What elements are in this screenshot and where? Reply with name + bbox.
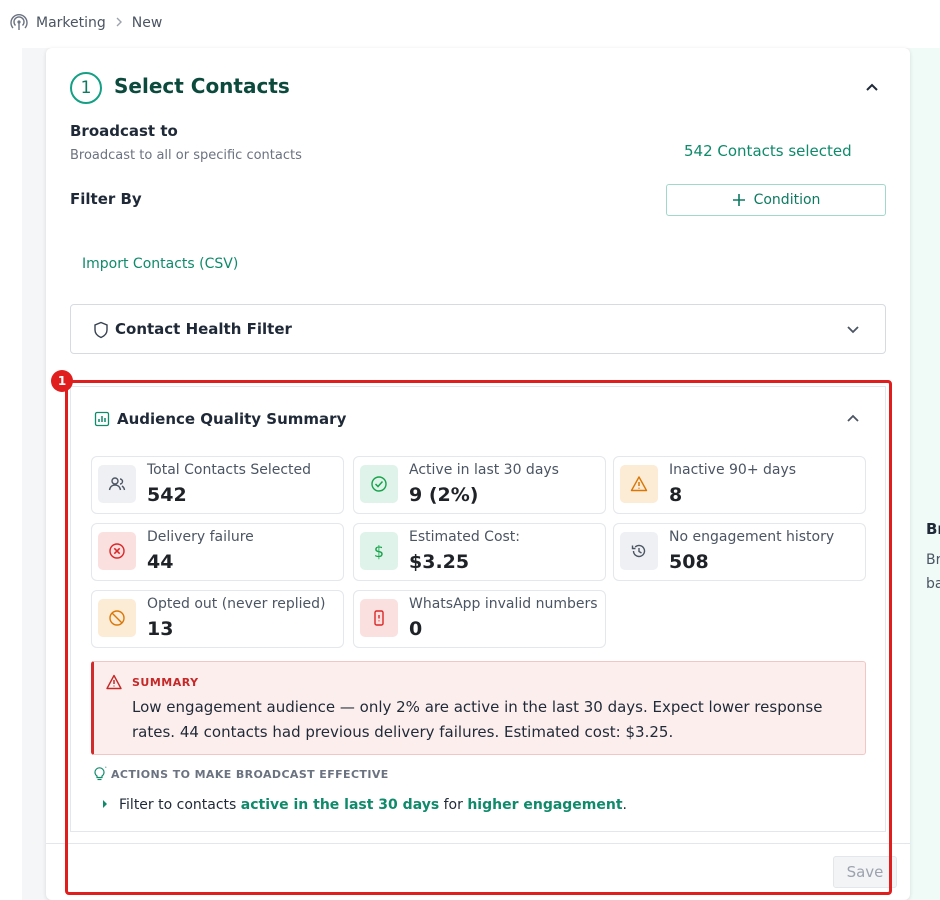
bullet-caret-icon [103, 800, 107, 808]
stat-label: Delivery failure [147, 529, 254, 545]
summary-body: Low engagement audience — only 2% are ac… [132, 698, 823, 741]
stat-card-total-contacts: Total Contacts Selected 542 [91, 456, 344, 514]
action-text-prefix: Filter to contacts [119, 797, 241, 813]
action-highlight-engagement: higher engagement [467, 797, 623, 813]
stat-value: 508 [669, 551, 709, 573]
stat-label: Estimated Cost: [409, 529, 521, 545]
breadcrumb-item-marketing[interactable]: Marketing [36, 15, 106, 31]
audience-quality-title: Audience Quality Summary [117, 410, 347, 428]
breadcrumb-item-new: New [131, 15, 163, 31]
stat-label: Opted out (never replied) [147, 596, 326, 612]
save-button[interactable]: Save [833, 856, 897, 888]
stat-card-opted-out: Opted out (never replied) 13 [91, 590, 344, 648]
broadcast-to-subtitle: Broadcast to all or specific contacts [70, 148, 302, 163]
footer-divider [46, 843, 910, 844]
stat-value: 8 [669, 484, 683, 506]
action-text-middle: for [439, 797, 468, 813]
audience-quality-summary: Audience Quality Summary Total Contacts … [70, 386, 886, 832]
history-icon [620, 532, 658, 570]
chevron-down-icon[interactable] [845, 321, 861, 337]
bar-chart-icon [94, 411, 110, 427]
summary-heading: SUMMARY [132, 676, 199, 689]
preview-text-1: Br [926, 552, 940, 568]
stat-label: WhatsApp invalid numbers [409, 596, 598, 612]
stat-card-no-engagement: No engagement history 508 [613, 523, 866, 581]
contacts-selected-count: 542 Contacts selected [684, 142, 852, 160]
dollar-icon: $ [360, 532, 398, 570]
action-highlight-active: active in the last 30 days [240, 797, 440, 813]
x-circle-icon [98, 532, 136, 570]
breadcrumb: Marketing New [10, 14, 162, 32]
broadcast-to-title: Broadcast to [70, 122, 178, 140]
stat-value: $3.25 [409, 551, 470, 573]
check-circle-icon [360, 465, 398, 503]
preview-title: Br [926, 520, 940, 538]
stat-card-estimated-cost: $ Estimated Cost: $3.25 [353, 523, 606, 581]
add-condition-label: Condition [753, 192, 821, 208]
stat-card-delivery-failure: Delivery failure 44 [91, 523, 344, 581]
stat-label: No engagement history [669, 529, 835, 545]
step-title: Select Contacts [114, 74, 290, 98]
actions-heading: ACTIONS TO MAKE BROADCAST EFFECTIVE [111, 768, 389, 781]
stat-value: 44 [147, 551, 174, 573]
ban-icon [98, 599, 136, 637]
step-number: 1 [70, 72, 102, 104]
stat-card-inactive-90-days: Inactive 90+ days 8 [613, 456, 866, 514]
chevron-up-icon[interactable] [862, 78, 882, 98]
contact-health-filter-accordion[interactable]: Contact Health Filter [70, 304, 886, 354]
phone-icon [360, 599, 398, 637]
import-contacts-link[interactable]: Import Contacts (CSV) [82, 256, 238, 272]
warning-icon [620, 465, 658, 503]
users-icon [98, 465, 136, 503]
annotation-badge: 1 [51, 370, 73, 392]
chevron-up-icon[interactable] [845, 411, 861, 427]
preview-panel [910, 48, 940, 900]
action-text-suffix: . [622, 797, 627, 813]
stat-card-whatsapp-invalid: WhatsApp invalid numbers 0 [353, 590, 606, 648]
summary-alert: SUMMARY Low engagement audience — only 2… [91, 661, 866, 755]
stat-value: 542 [147, 484, 187, 506]
broadcast-icon [10, 14, 28, 30]
preview-text-2: ba [926, 576, 940, 592]
plus-icon [732, 194, 745, 206]
stat-value: 9 (2%) [409, 484, 479, 506]
stat-label: Inactive 90+ days [669, 462, 797, 478]
action-item: Filter to contacts active in the last 30… [103, 797, 627, 813]
stat-value: 13 [147, 618, 174, 640]
stat-label: Total Contacts Selected [147, 462, 312, 478]
chevron-right-icon [114, 15, 124, 31]
contact-health-filter-title: Contact Health Filter [115, 320, 292, 338]
stat-card-active-30-days: Active in last 30 days 9 (2%) [353, 456, 606, 514]
stat-value: 0 [409, 618, 423, 640]
add-condition-button[interactable]: Condition [666, 184, 886, 216]
shield-icon [93, 321, 109, 339]
stat-label: Active in last 30 days [409, 462, 559, 478]
warning-icon [106, 674, 122, 690]
lightbulb-icon [93, 766, 107, 782]
filter-by-label: Filter By [70, 190, 142, 208]
